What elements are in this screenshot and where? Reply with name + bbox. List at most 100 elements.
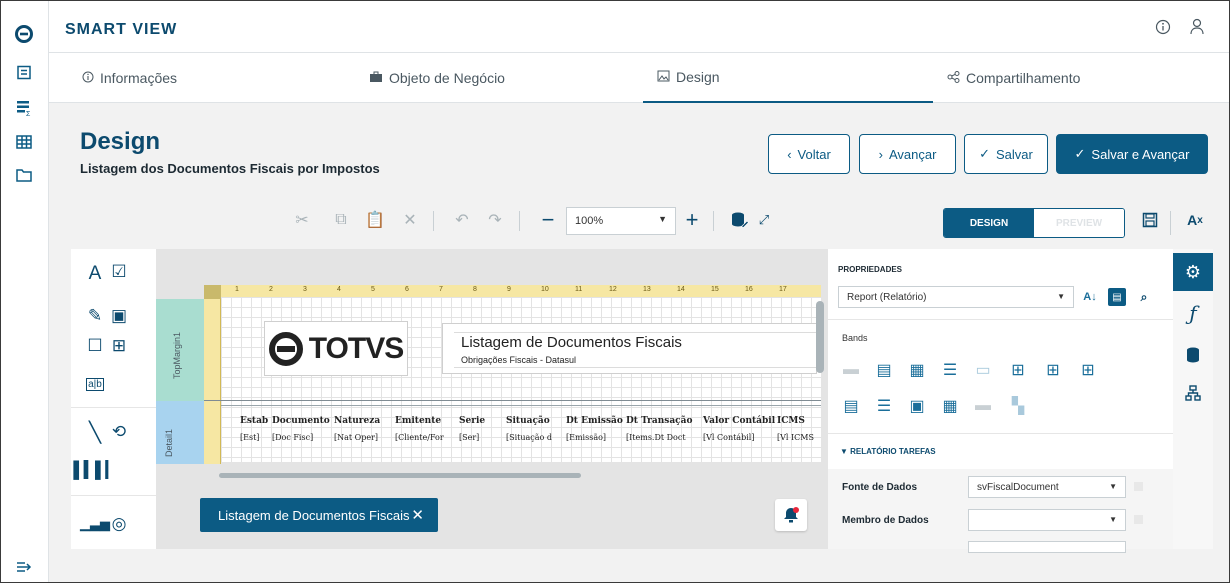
categorized-icon[interactable]: ▤ (1108, 288, 1126, 306)
next-button[interactable]: › Avançar (859, 134, 956, 174)
shape-tool-icon[interactable]: ⟲ (108, 421, 130, 443)
tab-objeto-de-negocio[interactable]: Objeto de Negócio (369, 53, 505, 103)
next-property-field[interactable] (968, 541, 1126, 553)
label-tool-icon[interactable]: A (84, 263, 106, 285)
panel-tool-icon[interactable]: ☐ (84, 335, 106, 357)
hierarchy-icon[interactable] (1173, 375, 1213, 411)
preview-mode-button[interactable]: PREVIEW (1034, 209, 1124, 237)
chart-tool-icon[interactable]: ▁▃▅ (80, 513, 110, 535)
user-icon[interactable] (1189, 18, 1205, 41)
barcode-tool-icon[interactable]: ▌▍▌▎ (73, 459, 117, 481)
sort-alpha-icon[interactable]: A↓ (1081, 288, 1099, 306)
back-button[interactable]: ‹ Voltar (768, 134, 850, 174)
object-select[interactable]: Report (Relatório) ▼ (838, 286, 1074, 308)
tab-design[interactable]: Design (643, 53, 933, 103)
line-tool-icon[interactable]: ╲ (84, 421, 106, 444)
picture-tool-icon[interactable]: ▣ (108, 305, 130, 327)
zoom-select[interactable]: 100% ▼ (566, 207, 676, 235)
report-column-header[interactable]: Emitente (395, 416, 441, 426)
report-column-header[interactable]: Serie (459, 416, 485, 426)
undo-icon[interactable]: ↶ (451, 209, 473, 231)
database-icon[interactable] (1173, 337, 1213, 373)
delete-icon[interactable]: ✕ (399, 209, 421, 231)
band-topmargin[interactable]: TopMargin1 (156, 299, 204, 401)
gear-icon[interactable]: ⚙ (1173, 253, 1213, 291)
report-logo[interactable]: TOTVS (264, 321, 408, 376)
table-icon[interactable] (13, 131, 35, 153)
report-column-header[interactable]: Estab (240, 416, 268, 426)
report-field-cell[interactable]: [Cliente/For (395, 433, 444, 442)
band-bottommargin-icon[interactable]: ☰ (875, 397, 893, 415)
band-detailreport-icon[interactable]: ▭ (974, 361, 992, 379)
data-member-select[interactable]: ▼ (968, 509, 1126, 531)
report-field-cell[interactable]: [Emissão] (566, 433, 606, 442)
app-logo-icon[interactable] (13, 23, 35, 45)
band-groupfooter-icon[interactable]: ⊞ (1009, 361, 1027, 379)
design-mode-button[interactable]: DESIGN (944, 209, 1034, 237)
toolbar-divider (1170, 211, 1171, 235)
database-edit-icon[interactable] (729, 209, 751, 231)
report-column-header[interactable]: Dt Emissão (566, 416, 623, 426)
band-pageheader-icon[interactable]: ▬ (842, 361, 860, 379)
data-source-select[interactable]: svFiscalDocument ▼ (968, 476, 1126, 498)
report-field-cell[interactable]: [Est] (240, 433, 259, 442)
report-title-box[interactable]: Listagem de Documentos Fiscais Obrigaçõe… (442, 323, 823, 374)
expand-menu-icon[interactable] (13, 556, 35, 578)
cut-icon[interactable]: ✂ (291, 209, 313, 231)
vertical-scrollbar[interactable] (816, 301, 824, 373)
band-reportfooter-icon[interactable]: ⊞ (1044, 361, 1062, 379)
band-verticalheader-icon[interactable]: ▦ (941, 397, 959, 415)
report-field-cell[interactable]: [Items.Dt Doct (626, 433, 686, 442)
sum-report-icon[interactable]: Σ (13, 97, 35, 119)
gauge-tool-icon[interactable]: ◎ (108, 513, 130, 535)
band-verticaldetail-icon[interactable]: ▬ (974, 397, 992, 415)
band-verticaltotal-icon[interactable]: ▚ (1009, 397, 1027, 415)
save-button[interactable]: ✓ Salvar (964, 134, 1048, 174)
fullscreen-icon[interactable]: ⤢ (753, 209, 775, 231)
table-tool-icon[interactable]: ⊞ (108, 335, 130, 357)
report-column-header[interactable]: Situação (506, 416, 550, 426)
section-header[interactable]: ▼ RELATÓRIO TAREFAS (840, 447, 936, 456)
horizontal-scrollbar[interactable] (219, 473, 581, 478)
info-icon[interactable] (1155, 19, 1171, 40)
copy-icon[interactable]: ⧉ (330, 209, 352, 231)
folder-icon[interactable] (13, 164, 35, 186)
band-reportheader-icon[interactable]: ▤ (875, 361, 893, 379)
zoom-in-icon[interactable]: + (681, 207, 703, 232)
report-field-cell[interactable]: [Vl Contábil] (703, 433, 754, 442)
paste-icon[interactable]: 📋 (364, 209, 386, 231)
notifications-button[interactable] (775, 499, 807, 531)
report-column-header[interactable]: Dt Transação (626, 416, 692, 426)
translate-icon[interactable]: Ax (1184, 209, 1206, 231)
richtext-tool-icon[interactable]: ✎ (84, 305, 106, 327)
report-chip[interactable]: Listagem de Documentos Fiscais ✕ (200, 498, 438, 532)
report-field-cell[interactable]: [Nat Oper] (334, 433, 378, 442)
redo-icon[interactable]: ↷ (484, 209, 506, 231)
report-column-header[interactable]: Documento (272, 416, 330, 426)
zoom-out-icon[interactable]: − (537, 207, 559, 232)
report-field-cell[interactable]: [Ser] (459, 433, 479, 442)
report-column-header[interactable]: Natureza (334, 416, 380, 426)
band-detail-icon[interactable]: ☰ (941, 361, 959, 379)
save-layout-icon[interactable] (1139, 209, 1161, 231)
report-list-icon[interactable] (13, 62, 35, 84)
report-field-cell[interactable]: [Situação d (506, 433, 552, 442)
band-topmargin-icon[interactable]: ▤ (842, 397, 860, 415)
report-field-cell[interactable]: [Doc Fisc] (272, 433, 313, 442)
search-icon[interactable]: ⌕ (1135, 288, 1153, 306)
band-pagefooter-icon[interactable]: ⊞ (1079, 361, 1097, 379)
band-subband-icon[interactable]: ▣ (908, 397, 926, 415)
report-field-cell[interactable]: [Vl ICMS (777, 433, 814, 442)
report-column-header[interactable]: ICMS (777, 416, 805, 426)
crosstab-tool-icon[interactable]: a|b (84, 373, 106, 395)
report-column-header[interactable]: Valor Contábil (703, 416, 775, 426)
tab-informacoes[interactable]: Informações (82, 53, 177, 103)
band-detail[interactable]: Detail1 (156, 401, 204, 464)
save-and-next-button[interactable]: ✓ Salvar e Avançar (1056, 134, 1208, 174)
function-icon[interactable]: ƒ (1173, 295, 1213, 331)
checkbox-tool-icon[interactable]: ☑ (108, 261, 130, 283)
close-icon[interactable]: ✕ (411, 506, 424, 524)
band-groupheader-icon[interactable]: ▦ (908, 361, 926, 379)
mode-toggle[interactable]: DESIGN PREVIEW (943, 208, 1125, 238)
tab-compartilhamento[interactable]: Compartilhamento (947, 53, 1080, 103)
